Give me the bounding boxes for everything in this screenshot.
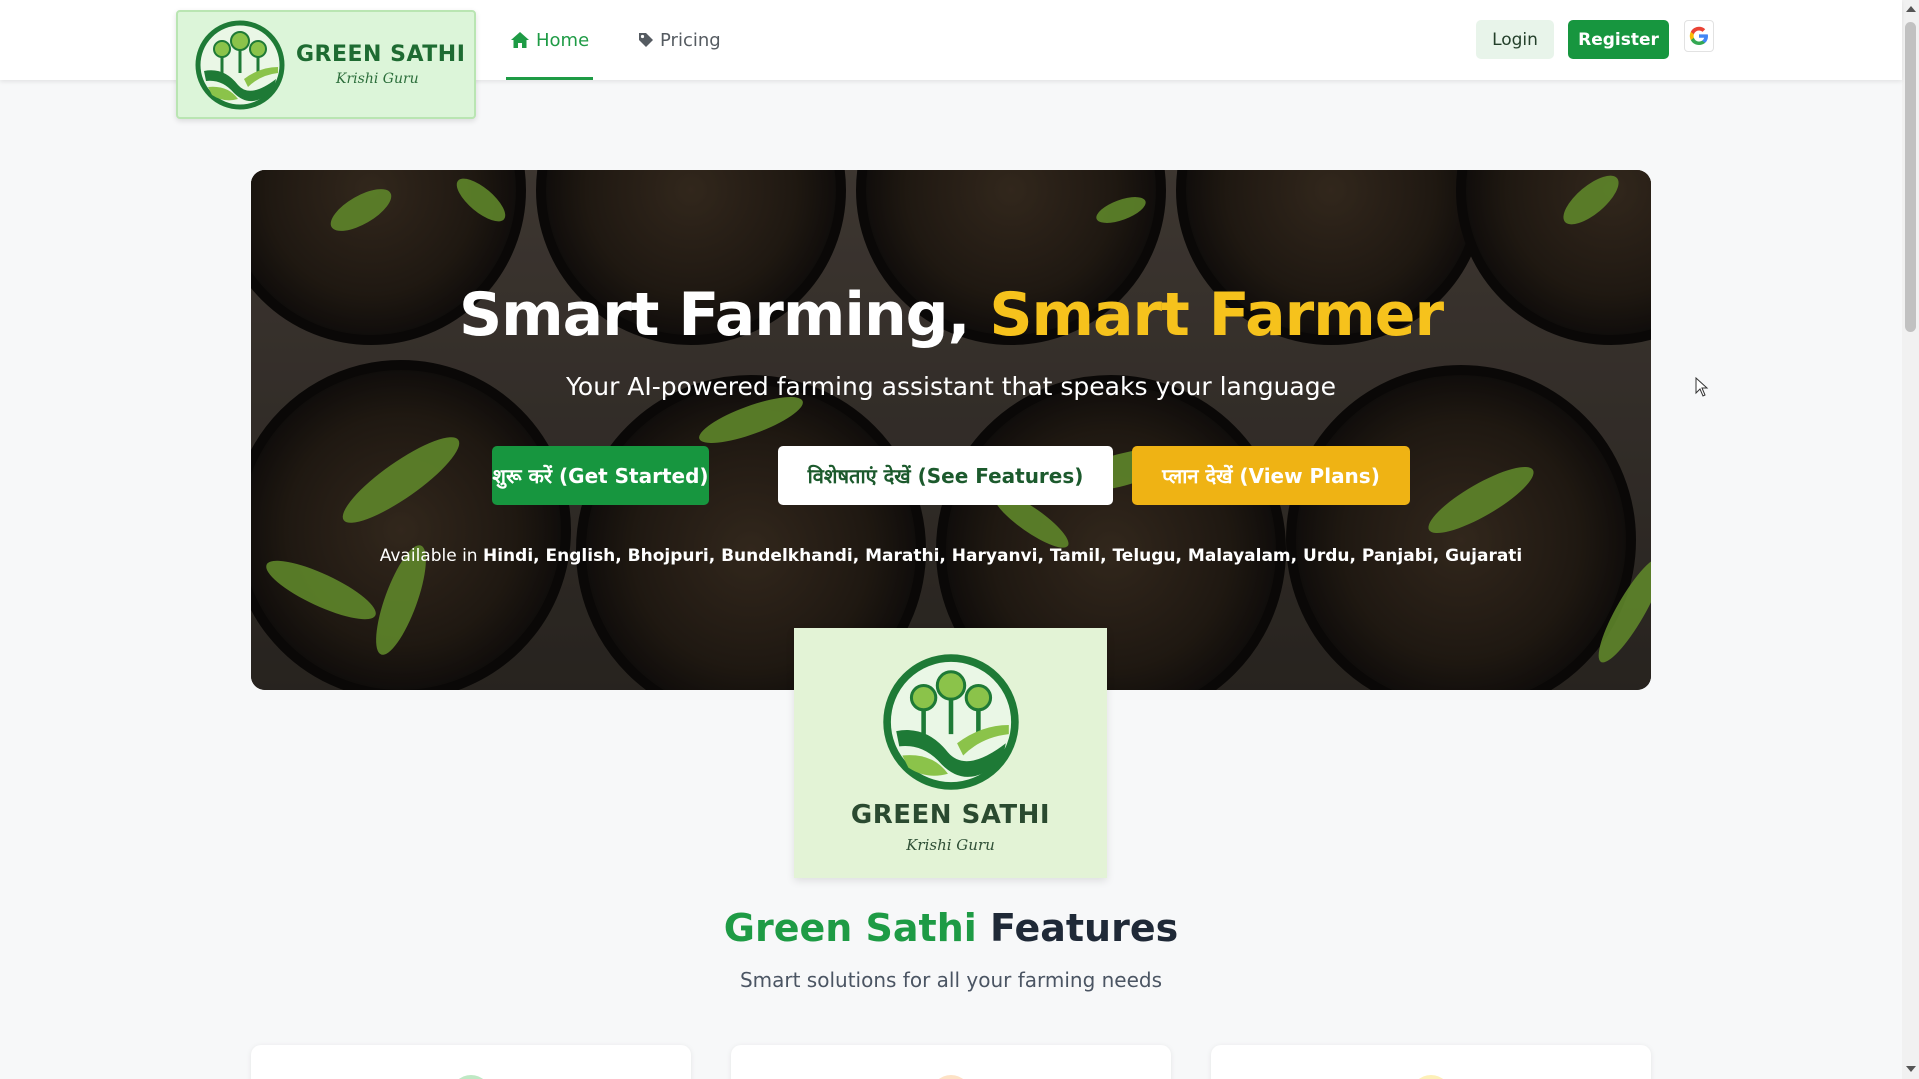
scroll-down-arrow-icon[interactable] [1906,1066,1916,1072]
home-icon [511,32,529,48]
get-started-button[interactable]: शुरू करें (Get Started) [492,446,709,505]
feature-icon [1411,1075,1451,1079]
page-scrollbar[interactable] [1902,0,1919,1079]
brand-logo[interactable]: GREEN SATHI Krishi Guru [176,10,476,119]
feature-icon [931,1075,971,1079]
top-navbar: GREEN SATHI Krishi Guru Home Pricing Log… [0,0,1902,119]
feature-card[interactable] [731,1045,1171,1079]
google-signin-button[interactable] [1684,20,1714,52]
hero-title-part1: Smart Farming, [458,280,990,350]
active-nav-indicator [506,77,593,80]
see-features-button[interactable]: विशेषताएं देखें (See Features) [778,446,1113,505]
hero-title-highlight: Smart Farmer [989,280,1444,350]
languages-list: Hindi, English, Bhojpuri, Bundelkhandi, … [483,546,1523,566]
view-plans-button[interactable]: प्लान देखें (View Plans) [1132,446,1410,505]
mouse-cursor-icon [1695,377,1709,397]
hero-banner: Smart Farming, Smart Farmer Your AI-powe… [251,170,1651,690]
feature-card[interactable] [1211,1045,1651,1079]
brand-tagline: Krishi Guru [336,71,419,87]
green-sathi-logo-icon [882,654,1019,790]
nav-pricing-link[interactable]: Pricing [638,28,721,52]
scroll-up-arrow-icon[interactable] [1906,6,1916,12]
hero-title: Smart Farming, Smart Farmer [251,280,1651,350]
hero-subtitle: Your AI-powered farming assistant that s… [565,372,1337,401]
green-sathi-logo-icon [195,20,285,109]
google-icon [1689,26,1708,45]
scrollbar-thumb[interactable] [1905,22,1916,332]
center-logo-tagline: Krishi Guru [906,836,995,854]
center-brand-logo: GREEN SATHI Krishi Guru [794,628,1107,878]
nav-home-link[interactable]: Home [510,28,589,52]
features-subtitle: Smart solutions for all your farming nee… [739,968,1163,992]
hero-overlay [251,170,1651,690]
tag-icon [639,33,653,47]
brand-text: GREEN SATHI Krishi Guru [296,42,465,87]
languages-prefix: Available in [379,546,483,566]
register-button[interactable]: Register [1568,20,1669,59]
feature-icon [451,1075,491,1079]
center-logo-title: GREEN SATHI [850,800,1051,830]
login-button[interactable]: Login [1476,20,1554,59]
nav-home-label: Home [536,29,590,51]
feature-card[interactable] [251,1045,691,1079]
available-languages: Available in Hindi, English, Bhojpuri, B… [251,546,1651,566]
nav-pricing-label: Pricing [660,29,721,51]
features-heading-highlight: Green Sathi [723,906,977,950]
features-heading-rest: Features [976,906,1179,950]
features-heading: Green Sathi Features [0,906,1902,950]
brand-name: GREEN SATHI [296,42,466,67]
